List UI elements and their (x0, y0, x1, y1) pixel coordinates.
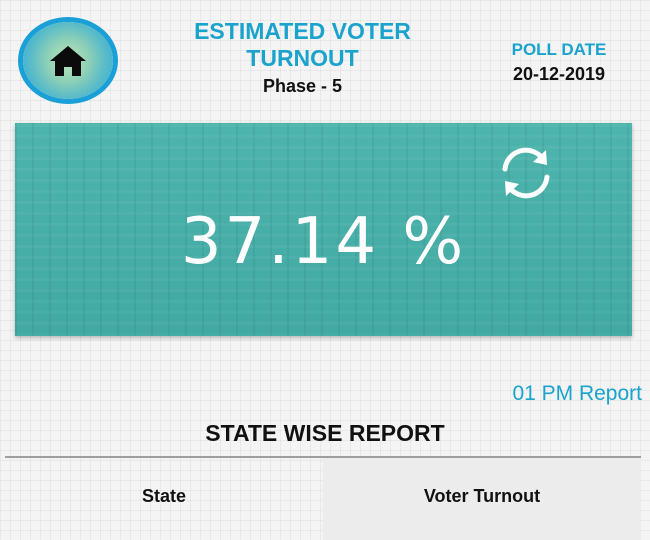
home-button[interactable] (23, 22, 113, 99)
home-icon (50, 45, 86, 76)
turnout-card: 37.14 % (15, 123, 632, 336)
poll-date-label: POLL DATE (511, 40, 607, 59)
page-title: ESTIMATED VOTER TURNOUT (194, 18, 411, 71)
poll-date-value: 20-12-2019 (512, 64, 606, 84)
turnout-percentage: 37.14 % (180, 205, 467, 279)
phase-label: Phase - 5 (262, 76, 343, 96)
table-header: State Voter Turnout (5, 456, 641, 540)
column-header-state[interactable]: State (5, 458, 323, 540)
refresh-icon[interactable] (495, 143, 557, 203)
column-header-voter-turnout[interactable]: Voter Turnout (323, 458, 641, 540)
section-title: STATE WISE REPORT (205, 420, 445, 446)
report-time-link[interactable]: 01 PM Report (512, 382, 642, 406)
